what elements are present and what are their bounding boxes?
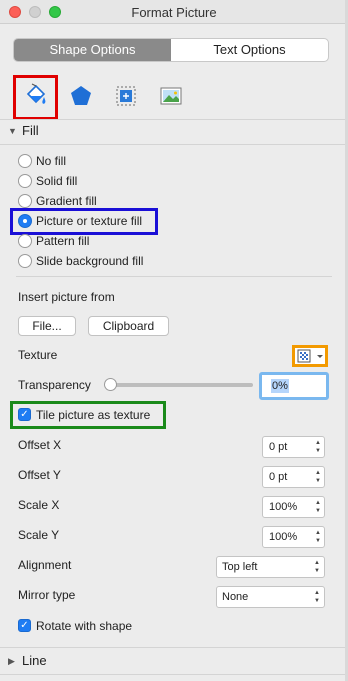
clipboard-button[interactable]: Clipboard (88, 316, 169, 336)
line-section-title: Line (22, 653, 47, 668)
alignment-value: Top left (222, 561, 258, 573)
mirror-type-label: Mirror type (18, 588, 76, 602)
file-button[interactable]: File... (18, 316, 76, 336)
radio-slide-background-fill[interactable]: Slide background fill (18, 252, 143, 270)
texture-picker-button[interactable] (292, 345, 328, 367)
radio-button[interactable] (18, 174, 32, 188)
offset-y-stepper[interactable]: 0 pt ▲ ▼ (262, 466, 325, 488)
transparency-slider-track[interactable] (108, 383, 253, 387)
scale-x-label: Scale X (18, 498, 60, 512)
line-section-header[interactable]: ▶ Line (0, 649, 348, 673)
select-arrows-icon: ▲ ▼ (314, 590, 320, 604)
tab-text-options[interactable]: Text Options (171, 39, 328, 61)
radio-button[interactable] (18, 254, 32, 268)
fill-section-title: Fill (22, 123, 39, 138)
radio-label: No fill (36, 154, 67, 168)
transparency-input[interactable]: 0% (259, 372, 329, 400)
offset-x-value: 0 pt (269, 441, 288, 453)
divider (0, 674, 348, 675)
radio-no-fill[interactable]: No fill (18, 152, 66, 170)
window-title: Format Picture (131, 5, 217, 20)
mirror-type-select[interactable]: None ▲ ▼ (216, 586, 325, 608)
scale-x-value: 100% (269, 501, 298, 513)
radio-button[interactable] (18, 234, 32, 248)
radio-label: Gradient fill (36, 194, 97, 208)
chevron-right-icon: ▶ (8, 656, 15, 666)
radio-button[interactable] (18, 194, 32, 208)
size-properties-icon[interactable] (110, 80, 142, 112)
tab-shape-options[interactable]: Shape Options (14, 39, 171, 61)
stepper-arrows-icon[interactable]: ▲ ▼ (315, 439, 321, 455)
offset-x-label: Offset X (18, 438, 62, 452)
insert-picture-label: Insert picture from (18, 290, 115, 304)
scale-x-stepper[interactable]: 100% ▲ ▼ (262, 496, 325, 518)
scale-y-stepper[interactable]: 100% ▲ ▼ (262, 526, 325, 548)
scale-y-label: Scale Y (18, 528, 60, 542)
options-tabs: Shape Options Text Options (13, 38, 329, 62)
mirror-type-value: None (222, 591, 249, 603)
radio-label: Slide background fill (36, 254, 144, 268)
radio-pattern-fill[interactable]: Pattern fill (18, 232, 89, 250)
transparency-value: 0% (271, 379, 289, 393)
stepper-arrows-icon[interactable]: ▲ ▼ (315, 469, 321, 485)
divider (16, 276, 332, 277)
alignment-label: Alignment (18, 558, 72, 572)
rotate-with-shape-label: Rotate with shape (36, 619, 133, 633)
offset-y-value: 0 pt (269, 471, 288, 483)
rotate-with-shape-checkbox[interactable]: ✓ (18, 619, 31, 632)
fill-section-header[interactable]: ▼ Fill (0, 119, 348, 143)
divider (0, 647, 348, 648)
divider (0, 144, 348, 145)
effects-icon[interactable] (65, 80, 97, 112)
radio-label: Pattern fill (36, 234, 90, 248)
offset-x-stepper[interactable]: 0 pt ▲ ▼ (262, 436, 325, 458)
picture-icon[interactable] (155, 80, 187, 112)
alignment-select[interactable]: Top left ▲ ▼ (216, 556, 325, 578)
tile-checkbox[interactable]: ✓ (18, 408, 31, 421)
texture-label: Texture (18, 348, 58, 362)
chevron-down-icon: ▼ (8, 126, 17, 136)
transparency-slider-knob[interactable] (104, 378, 117, 391)
select-arrows-icon: ▲ ▼ (314, 560, 320, 574)
transparency-label: Transparency (18, 378, 91, 392)
chevron-down-icon (317, 355, 323, 358)
radio-label: Solid fill (36, 174, 78, 188)
offset-y-label: Offset Y (18, 468, 61, 482)
fill-line-tab-highlight (13, 75, 58, 120)
picture-fill-highlight (10, 208, 158, 235)
stepper-arrows-icon[interactable]: ▲ ▼ (315, 499, 321, 515)
radio-button[interactable] (18, 154, 32, 168)
scale-y-value: 100% (269, 531, 298, 543)
tile-label: Tile picture as texture (36, 408, 151, 422)
title-bar: Format Picture (0, 0, 348, 24)
stepper-arrows-icon[interactable]: ▲ ▼ (315, 529, 321, 545)
radio-solid-fill[interactable]: Solid fill (18, 172, 77, 190)
